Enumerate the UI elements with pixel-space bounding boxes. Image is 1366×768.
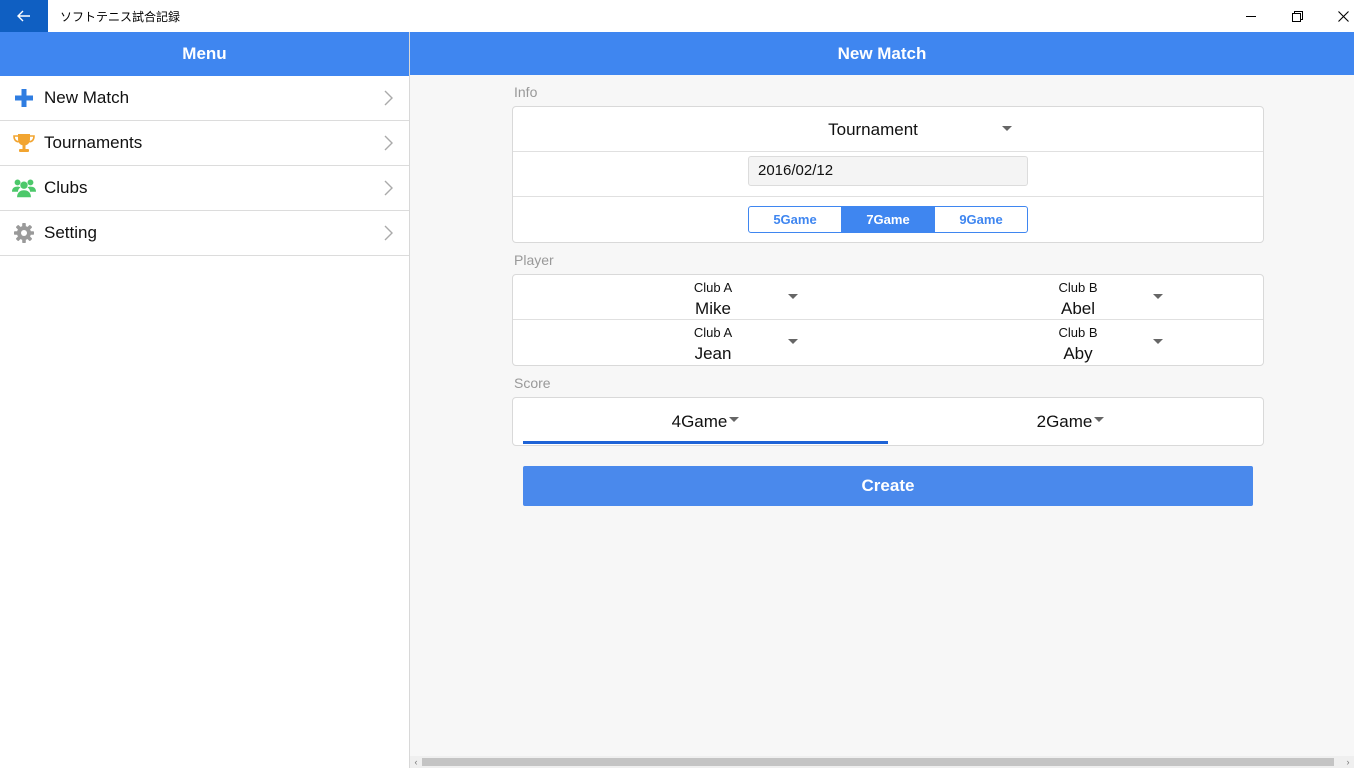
scrollbar-thumb[interactable] (422, 758, 1334, 766)
page-title: New Match (410, 32, 1354, 75)
horizontal-scrollbar[interactable]: ‹ › (410, 756, 1354, 768)
menu-header: Menu (0, 32, 409, 76)
dropdown-caret-icon (729, 417, 740, 422)
date-field[interactable]: 2016/02/12 (748, 156, 1028, 186)
close-icon (1337, 10, 1349, 22)
player-card: Club A Mike Club B Abel Club A Jean Club… (512, 274, 1264, 366)
menu-item-clubs[interactable]: Clubs (0, 166, 409, 211)
player-select-a1[interactable]: Club A Mike (653, 275, 798, 320)
minimize-button[interactable] (1228, 0, 1274, 32)
chevron-right-icon (384, 90, 393, 106)
player-name: Aby (1063, 344, 1093, 363)
info-card: Tournament 2016/02/12 5Game 7Game 9Game (512, 106, 1264, 243)
score-section-label: Score (514, 375, 551, 391)
score-card: 4Game 2Game (512, 397, 1264, 446)
restore-icon (1291, 10, 1303, 22)
create-button[interactable]: Create (523, 466, 1253, 506)
menu-item-label: New Match (44, 88, 130, 107)
game-option-7[interactable]: 7Game (842, 207, 935, 232)
score-select-right[interactable]: 2Game (888, 398, 1253, 445)
chevron-right-icon (384, 225, 393, 241)
window-title: ソフトテニス試合記録 (60, 9, 181, 24)
back-arrow-icon (17, 10, 30, 22)
player-name: Abel (1060, 299, 1096, 318)
menu-item-new-match[interactable]: New Match (0, 76, 409, 121)
dropdown-caret-icon (1002, 126, 1012, 131)
score-select-left[interactable]: 4Game (523, 398, 888, 445)
window-edge (1354, 32, 1366, 768)
club-label: Club B (1058, 325, 1098, 340)
player-select-b2[interactable]: Club B Aby (1018, 320, 1163, 365)
close-button[interactable] (1320, 0, 1366, 32)
minimize-icon (1245, 15, 1256, 17)
dropdown-caret-icon (788, 339, 798, 344)
scroll-left-icon[interactable]: ‹ (410, 756, 422, 768)
game-count-selector: 5Game 7Game 9Game (748, 206, 1028, 233)
player-select-a2[interactable]: Club A Jean (653, 320, 798, 365)
score-value: 4Game (671, 411, 728, 431)
title-bar: ソフトテニス試合記録 (0, 0, 1366, 32)
plus-icon (12, 86, 36, 110)
scroll-right-icon[interactable]: › (1342, 756, 1354, 768)
club-label: Club A (693, 280, 733, 295)
tournament-select-value: Tournament (828, 119, 918, 139)
info-section-label: Info (514, 84, 538, 100)
club-label: Club A (693, 325, 733, 340)
menu-item-label: Setting (44, 223, 97, 242)
trophy-icon (12, 131, 36, 155)
dropdown-caret-icon (1153, 339, 1163, 344)
player-name: Mike (695, 299, 731, 318)
main-panel: New Match Info Tournament 2016/02/12 5Ga… (410, 32, 1354, 768)
restore-button[interactable] (1274, 0, 1320, 32)
chevron-right-icon (384, 180, 393, 196)
club-label: Club B (1058, 280, 1098, 295)
player-select-b1[interactable]: Club B Abel (1018, 275, 1163, 320)
menu-item-tournaments[interactable]: Tournaments (0, 121, 409, 166)
chevron-right-icon (384, 135, 393, 151)
tournament-select[interactable]: Tournament (513, 107, 1263, 152)
dropdown-caret-icon (1094, 417, 1105, 422)
active-score-indicator (523, 441, 888, 444)
player-name: Jean (694, 344, 732, 363)
side-menu: Menu New Match Tournaments Clubs Setting (0, 32, 410, 768)
dropdown-caret-icon (788, 294, 798, 299)
dropdown-caret-icon (1153, 294, 1163, 299)
game-option-5[interactable]: 5Game (749, 207, 842, 232)
gear-icon (12, 221, 36, 245)
group-icon (12, 176, 36, 200)
game-option-9[interactable]: 9Game (935, 207, 1027, 232)
menu-item-label: Clubs (44, 178, 88, 197)
menu-item-setting[interactable]: Setting (0, 211, 409, 256)
score-value: 2Game (1036, 411, 1093, 431)
menu-item-label: Tournaments (44, 133, 143, 152)
player-section-label: Player (514, 252, 554, 268)
back-button[interactable] (0, 0, 48, 32)
